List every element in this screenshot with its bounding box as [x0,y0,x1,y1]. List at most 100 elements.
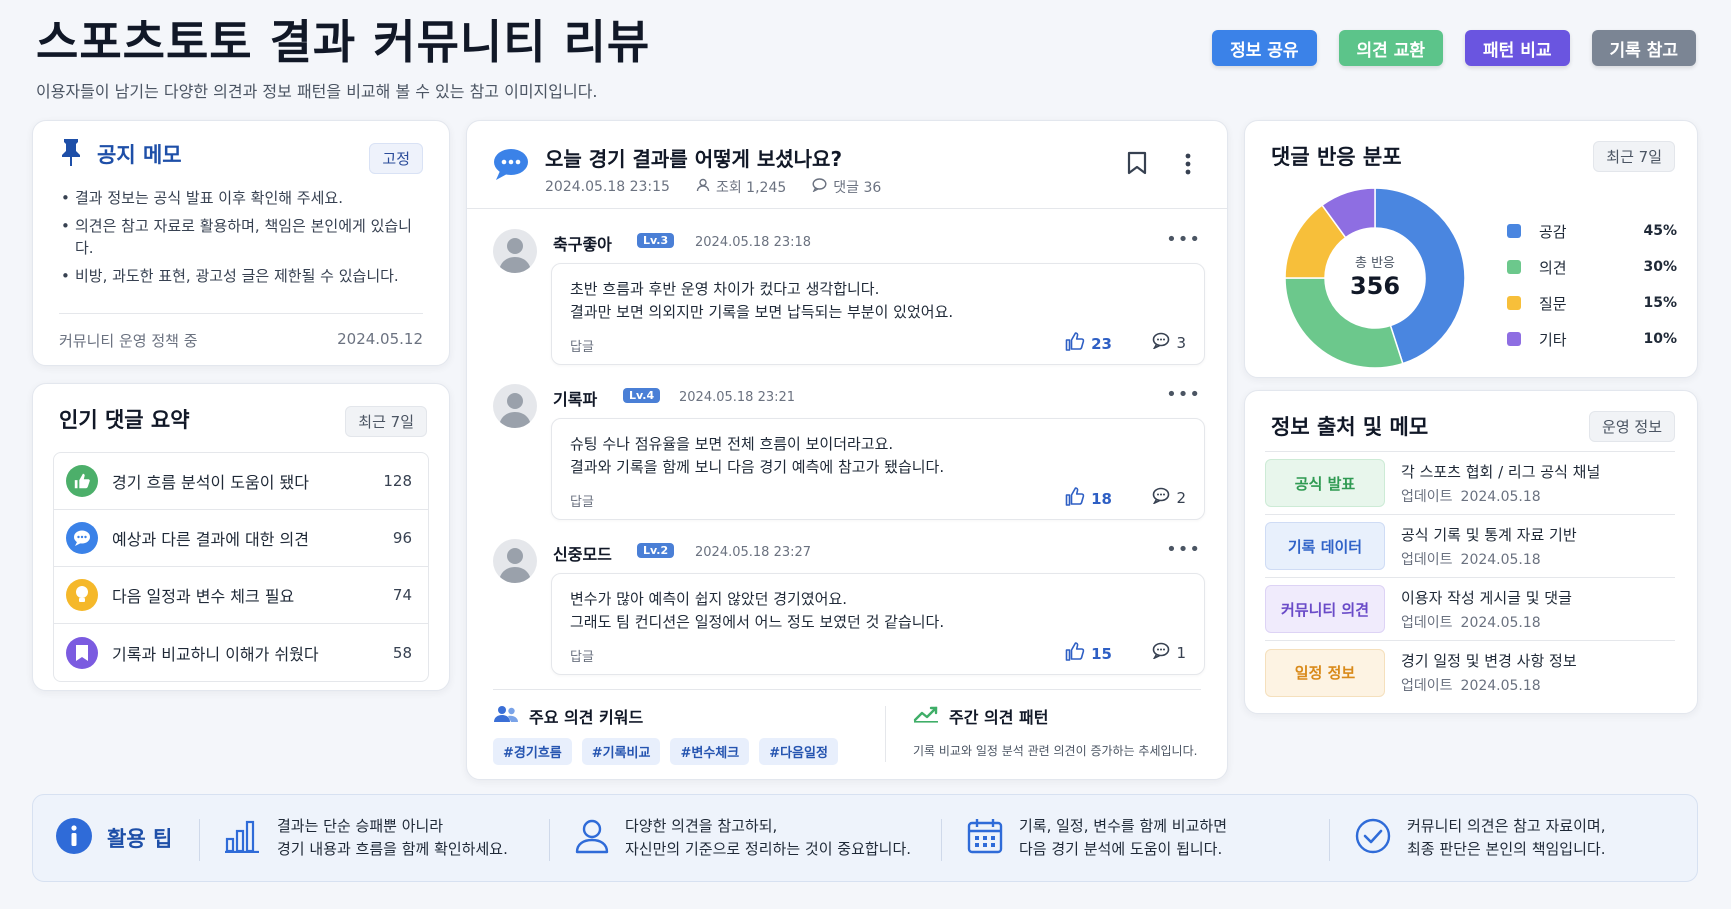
thumbs-up-icon [1065,487,1085,510]
calendar-icon [967,818,1003,858]
tag-button-record-reference[interactable]: 기록 참고 [1591,30,1696,66]
comment-author[interactable]: 신중모드 [553,541,612,565]
list-item[interactable]: 경기 흐름 분석이 도움이 됐다 128 [54,453,428,510]
keyword-tag[interactable]: #경기흐름 [493,738,572,765]
more-icon[interactable]: ••• [1166,384,1201,405]
source-update: 업데이트 2024.05.18 [1401,675,1577,695]
keyword-tag[interactable]: #기록비교 [581,738,661,765]
legend-item: 공감 45% [1507,213,1677,249]
source-row[interactable]: 일정 정보 경기 일정 및 변경 사항 정보 업데이트 2024.05.18 [1265,641,1675,704]
source-row[interactable]: 기록 데이터 공식 기록 및 통계 자료 기반 업데이트 2024.05.18 [1265,515,1675,578]
divider [199,819,200,861]
post-title: 오늘 경기 결과를 어떻게 보셨나요? [545,147,843,171]
tip-text: 커뮤니티 의견은 참고 자료이며, 최종 판단은 본인의 책임입니다. [1407,815,1605,861]
source-row[interactable]: 커뮤니티 의견 이용자 작성 게시글 및 댓글 업데이트 2024.05.18 [1265,578,1675,641]
legend-label: 공감 [1539,222,1567,241]
comment-line: 변수가 많아 예측이 쉽지 않았던 경기였어요. [570,590,848,608]
comment-item: 축구좋아 Lv.3 2024.05.18 23:18 ••• 초반 흐름과 후반… [493,223,1205,373]
legend-value: 10% [1643,331,1677,347]
reaction-distribution-card: 댓글 반응 분포 최근 7일 총 반응 356 공감 45% 의견 30% 질문… [1244,120,1698,378]
popular-item-count: 74 [392,586,412,604]
reply-button[interactable]: 답글 [570,646,594,665]
reply-button[interactable]: 답글 [570,336,594,355]
list-item[interactable]: 예상과 다른 결과에 대한 의견 96 [54,510,428,567]
post-header: 오늘 경기 결과를 어떻게 보셨나요? 2024.05.18 23:15 조회 … [467,121,1227,209]
notice-header: 공지 메모 [59,137,182,171]
reply-count-button[interactable]: 3 [1152,332,1186,353]
pattern-section: 주간 의견 패턴 기록 비교와 일정 분석 관련 의견이 증가하는 추세입니다. [913,704,1197,759]
comment-author[interactable]: 기록파 [553,386,597,410]
avatar [493,539,537,583]
check-circle-icon [1355,818,1391,858]
tip-line: 다양한 의견을 참고하되, [625,817,778,835]
reply-count-button[interactable]: 2 [1152,487,1186,508]
sources-card: 정보 출처 및 메모 운영 정보 공식 발표 각 스포츠 협회 / 리그 공식 … [1244,390,1698,714]
comment-item: 기록파 Lv.4 2024.05.18 23:21 ••• 슈팅 수나 점유율을… [493,378,1205,528]
source-info: 경기 일정 및 변경 사항 정보 업데이트 2024.05.18 [1401,650,1577,695]
update-label: 업데이트 [1401,678,1453,694]
keyword-tag[interactable]: #변수체크 [670,738,750,765]
popular-period-pill[interactable]: 최근 7일 [345,406,427,437]
source-title: 각 스포츠 협회 / 리그 공식 채널 [1401,462,1601,481]
lightbulb-icon [66,579,98,611]
like-count: 18 [1091,489,1112,508]
post-comments: 댓글 36 [812,177,881,197]
reply-count: 2 [1176,488,1186,507]
donut-center-label: 총 반응 [1355,256,1395,271]
tag-button-opinion-exchange[interactable]: 의견 교환 [1338,30,1444,66]
source-info: 이용자 작성 게시글 및 댓글 업데이트 2024.05.18 [1401,587,1572,632]
pattern-description: 기록 비교와 일정 분석 관련 의견이 증가하는 추세입니다. [913,744,1198,758]
post-views-text: 조회 1,245 [715,180,787,196]
like-button[interactable]: 15 [1065,642,1112,665]
comment-icon [1152,332,1170,353]
comment-icon [1152,642,1170,663]
pattern-header: 주간 의견 패턴 [913,704,1197,728]
like-button[interactable]: 23 [1065,332,1112,355]
post-date: 2024.05.18 23:15 [545,179,670,195]
list-item[interactable]: 기록과 비교하니 이해가 쉬웠다 58 [54,624,428,681]
tag-button-info-share[interactable]: 정보 공유 [1212,30,1317,66]
legend-label: 질문 [1539,294,1567,313]
list-item[interactable]: 다음 일정과 변수 체크 필요 74 [54,567,428,624]
update-label: 업데이트 [1401,614,1453,631]
sources-pill[interactable]: 운영 정보 [1589,411,1675,442]
donut-center-value: 356 [1350,272,1400,300]
level-badge: Lv.2 [637,543,675,558]
bookmark-icon[interactable] [1127,151,1147,179]
tip-item: 다양한 의견을 참고하되, 자신만의 기준으로 정리하는 것이 중요합니다. [575,815,911,861]
bookmark-icon [66,636,98,669]
reply-count: 3 [1176,333,1186,352]
comment-date: 2024.05.18 23:18 [695,235,812,250]
reply-count-button[interactable]: 1 [1152,642,1186,663]
popular-item-text: 예상과 다른 결과에 대한 의견 [112,530,309,549]
reply-button[interactable]: 답글 [570,491,594,510]
distribution-period-pill[interactable]: 최근 7일 [1593,141,1675,172]
more-icon[interactable]: ••• [1166,229,1201,250]
legend-item: 기타 10% [1507,321,1677,357]
level-badge: Lv.3 [637,233,675,248]
keyword-tag[interactable]: #다음일정 [759,738,838,765]
post-card: 오늘 경기 결과를 어떻게 보셨나요? 2024.05.18 23:15 조회 … [466,120,1228,780]
divider [1329,819,1330,861]
more-icon[interactable]: ••• [1166,539,1201,560]
source-title: 이용자 작성 게시글 및 댓글 [1401,588,1572,607]
notice-item: 비방, 과도한 표현, 광고성 글은 제한될 수 있습니다. [59,265,419,287]
distribution-title: 댓글 반응 분포 [1271,145,1402,169]
tip-line: 결과는 단순 승패뿐 아니라 [277,817,444,835]
source-row[interactable]: 공식 발표 각 스포츠 협회 / 리그 공식 채널 업데이트 2024.05.18 [1265,452,1675,515]
source-update: 업데이트 2024.05.18 [1401,612,1572,632]
pinned-badge: 고정 [369,143,423,174]
comment-line: 초반 흐름과 후반 운영 차이가 컸다고 생각합니다. [570,280,880,298]
comment-author[interactable]: 축구좋아 [553,231,612,255]
like-button[interactable]: 18 [1065,487,1112,510]
donut-chart: 총 반응 356 [1284,187,1466,369]
pin-icon [59,137,83,171]
chat-icon [66,522,98,554]
page-header: 스포츠토토 결과 커뮤니티 리뷰 이용자들이 남기는 다양한 의견과 정보 패턴… [36,8,1696,101]
avatar [493,384,537,428]
tip-line: 커뮤니티 의견은 참고 자료이며, [1407,817,1606,835]
kebab-menu-icon[interactable] [1185,153,1191,179]
comment-icon [812,178,827,196]
tag-button-pattern-compare[interactable]: 패턴 비교 [1465,30,1570,66]
trend-chart-icon [913,705,939,727]
